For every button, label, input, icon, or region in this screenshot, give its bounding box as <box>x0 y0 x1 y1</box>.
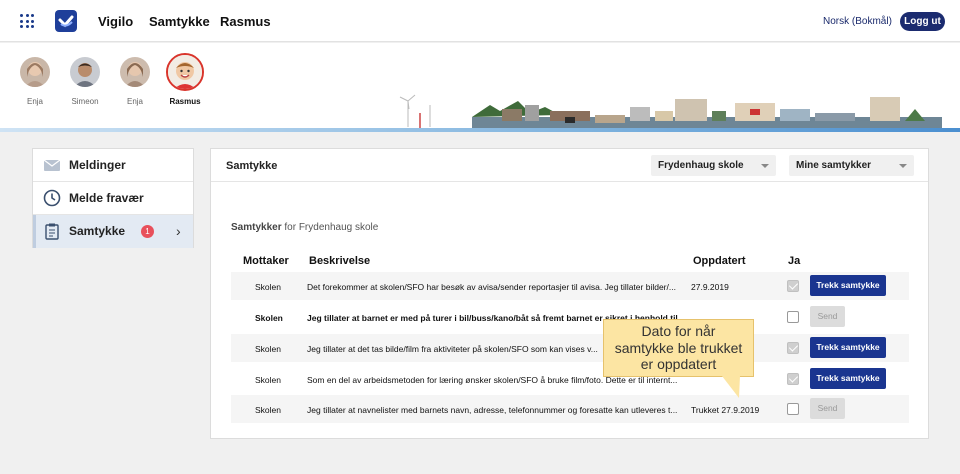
consent-checkbox[interactable] <box>787 280 799 292</box>
sidebar-menu: Meldinger Melde fravær Samtykke 1 › <box>32 148 194 248</box>
avatar-enja[interactable] <box>20 57 50 87</box>
child-selector-banner: Enja Simeon Enja Rasmus <box>0 43 960 132</box>
send-button[interactable]: Send <box>810 306 845 327</box>
banner-water-strip <box>0 128 960 132</box>
language-selector[interactable]: Norsk (Bokmål) <box>823 16 892 27</box>
cell-oppdatert: Trukket 27.9.2019 <box>691 405 760 415</box>
column-header-beskrivelse: Beskrivelse <box>309 255 371 267</box>
cell-beskrivelse[interactable]: Det forekommer at skolen/SFO har besøk a… <box>307 282 689 292</box>
avatar-enja-2[interactable] <box>120 57 150 87</box>
sidebar-item-label: Meldinger <box>69 158 126 172</box>
child-name-rasmus[interactable]: Rasmus <box>155 97 215 106</box>
school-select[interactable]: Frydenhaug skole <box>651 155 776 176</box>
panel-header: Samtykke Frydenhaug skole Mine samtykker <box>211 149 928 182</box>
column-header-ja: Ja <box>788 255 801 267</box>
nav-child-name[interactable]: Rasmus <box>220 14 271 29</box>
clock-icon <box>43 189 61 207</box>
top-bar: Vigilo Samtykke Rasmus Norsk (Bokmål) Lo… <box>0 0 960 42</box>
avatar-simeon[interactable] <box>70 57 100 87</box>
sidebar-item-melde-fravaer[interactable]: Melde fravær <box>33 182 193 215</box>
column-header-oppdatert: Oppdatert <box>693 255 746 267</box>
withdraw-consent-button[interactable]: Trekk samtykke <box>810 337 886 358</box>
sidebar-item-samtykke[interactable]: Samtykke 1 › <box>33 215 193 248</box>
consent-checkbox[interactable] <box>787 373 799 385</box>
sidebar-item-label: Samtykke <box>69 224 126 238</box>
cell-mottaker: Skolen <box>255 375 281 385</box>
send-button[interactable]: Send <box>810 398 845 419</box>
notification-badge: 1 <box>141 225 154 238</box>
envelope-icon <box>43 159 61 171</box>
sidebar-item-label: Melde fravær <box>69 191 144 205</box>
chevron-down-icon <box>899 164 907 168</box>
samtykke-panel: Samtykke Frydenhaug skole Mine samtykker… <box>210 148 929 439</box>
nav-samtykke[interactable]: Samtykke <box>149 14 210 29</box>
cell-oppdatert: 27.9.2019 <box>691 282 729 292</box>
logout-button[interactable]: Logg ut <box>900 12 945 31</box>
cell-mottaker: Skolen <box>255 313 283 323</box>
avatar-rasmus[interactable] <box>166 53 204 91</box>
withdraw-consent-button[interactable]: Trekk samtykke <box>810 275 886 296</box>
withdraw-consent-button[interactable]: Trekk samtykke <box>810 368 886 389</box>
cell-beskrivelse[interactable]: Jeg tillater at navnelister med barnets … <box>307 405 689 415</box>
panel-title: Samtykke <box>226 160 278 172</box>
chevron-down-icon <box>761 164 769 168</box>
cell-mottaker: Skolen <box>255 282 281 292</box>
chevron-right-icon: › <box>176 223 181 239</box>
app-grid-icon[interactable] <box>20 14 34 28</box>
cell-mottaker: Skolen <box>255 405 281 415</box>
nav-vigilo[interactable]: Vigilo <box>98 14 133 29</box>
town-skyline-illustration <box>399 94 942 131</box>
column-header-mottaker: Mottaker <box>243 255 289 267</box>
sidebar-item-meldinger[interactable]: Meldinger <box>33 149 193 182</box>
consent-checkbox[interactable] <box>787 403 799 415</box>
vigilo-logo-icon[interactable] <box>55 10 77 32</box>
filter-select[interactable]: Mine samtykker <box>789 155 914 176</box>
clipboard-icon <box>45 223 59 240</box>
consent-checkbox[interactable] <box>787 342 799 354</box>
consent-checkbox[interactable] <box>787 311 799 323</box>
list-subtitle: Samtykker for Frydenhaug skole <box>231 222 379 233</box>
table-row: Skolen Det forekommer at skolen/SFO har … <box>231 272 909 300</box>
table-row: Skolen Jeg tillater at barnet er med på … <box>231 303 909 331</box>
annotation-tooltip: Dato for når samtykke ble trukket er opp… <box>603 319 754 377</box>
cell-mottaker: Skolen <box>255 344 281 354</box>
table-row: Skolen Jeg tillater at navnelister med b… <box>231 395 909 423</box>
table-row: Skolen Som en del av arbeidsmetoden for … <box>231 365 909 393</box>
table-row: Skolen Jeg tillater at det tas bilde/fil… <box>231 334 909 362</box>
